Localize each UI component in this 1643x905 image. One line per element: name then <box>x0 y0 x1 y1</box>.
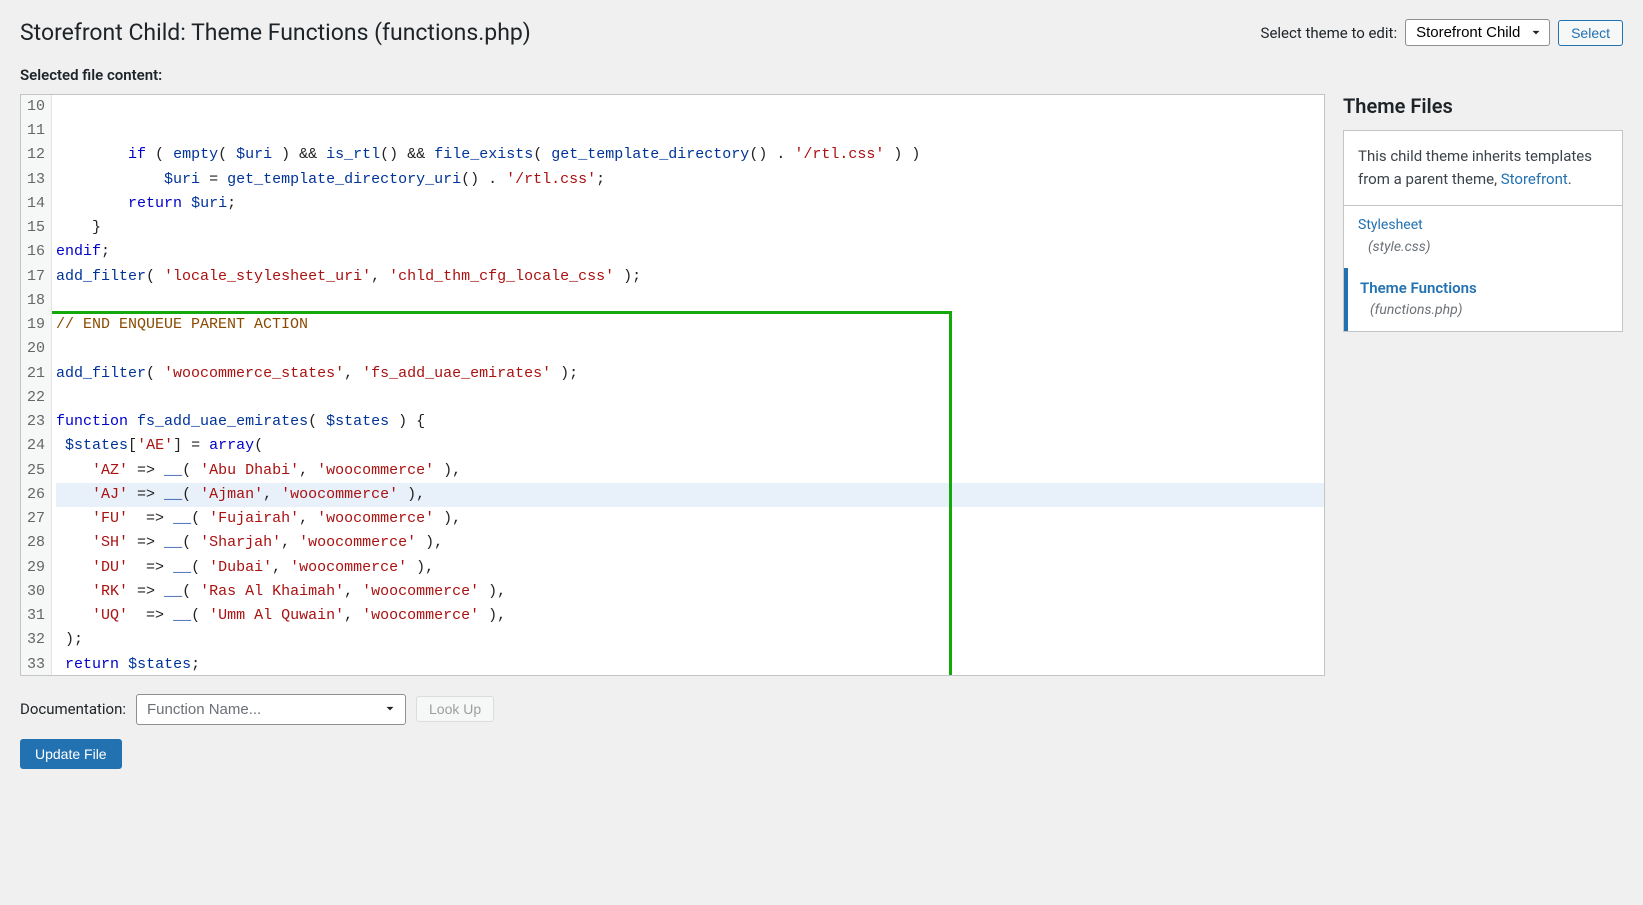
code-line[interactable]: 'DU' => __( 'Dubai', 'woocommerce' ), <box>56 556 1324 580</box>
lookup-button[interactable]: Look Up <box>416 696 494 722</box>
line-gutter: 1011121314151617181920212223242526272829… <box>21 95 52 675</box>
file-item-sub: (functions.php) <box>1360 301 1608 321</box>
code-line[interactable]: $states['AE'] = array( <box>56 434 1324 458</box>
documentation-label: Documentation: <box>20 700 126 718</box>
update-file-button[interactable]: Update File <box>20 739 122 769</box>
page-title: Storefront Child: Theme Functions (funct… <box>20 18 531 48</box>
code-line[interactable]: 'FU' => __( 'Fujairah', 'woocommerce' ), <box>56 507 1324 531</box>
inherit-notice: This child theme inherits templates from… <box>1343 130 1623 207</box>
code-line[interactable]: 'RK' => __( 'Ras Al Khaimah', 'woocommer… <box>56 580 1324 604</box>
file-item[interactable]: Stylesheet (style.css) <box>1344 206 1622 267</box>
code-line[interactable]: return $states; <box>56 653 1324 675</box>
documentation-select[interactable]: Function Name... <box>136 694 406 725</box>
file-item-title[interactable]: Stylesheet <box>1358 217 1423 233</box>
file-item[interactable]: Theme Functions (functions.php) <box>1344 268 1622 331</box>
code-line[interactable]: return $uri; <box>56 192 1324 216</box>
theme-select-label: Select theme to edit: <box>1261 24 1398 42</box>
theme-select[interactable]: Storefront Child <box>1405 19 1550 46</box>
code-line[interactable]: add_filter( 'locale_stylesheet_uri', 'ch… <box>56 265 1324 289</box>
code-line[interactable]: // END ENQUEUE PARENT ACTION <box>56 313 1324 337</box>
code-line[interactable]: 'UQ' => __( 'Umm Al Quwain', 'woocommerc… <box>56 604 1324 628</box>
code-line[interactable]: if ( empty( $uri ) && is_rtl() && file_e… <box>56 143 1324 167</box>
code-line[interactable]: } <box>56 216 1324 240</box>
code-line[interactable]: 'SH' => __( 'Sharjah', 'woocommerce' ), <box>56 531 1324 555</box>
code-line[interactable] <box>56 337 1324 361</box>
code-line[interactable]: ); <box>56 628 1324 652</box>
inherit-text-2: . <box>1568 170 1572 188</box>
code-line[interactable]: $uri = get_template_directory_uri() . '/… <box>56 168 1324 192</box>
parent-theme-link[interactable]: Storefront <box>1501 170 1568 188</box>
code-line[interactable]: function fs_add_uae_emirates( $states ) … <box>56 410 1324 434</box>
code-line[interactable]: 'AZ' => __( 'Abu Dhabi', 'woocommerce' )… <box>56 459 1324 483</box>
file-item-sub: (style.css) <box>1358 238 1608 258</box>
code-editor[interactable]: 1011121314151617181920212223242526272829… <box>20 94 1325 676</box>
code-line[interactable]: endif; <box>56 240 1324 264</box>
theme-files-heading: Theme Files <box>1343 94 1623 118</box>
theme-select-wrap: Select theme to edit: Storefront Child S… <box>1261 19 1623 46</box>
code-line[interactable] <box>56 289 1324 313</box>
code-line[interactable]: add_filter( 'woocommerce_states', 'fs_ad… <box>56 362 1324 386</box>
file-item-title: Theme Functions <box>1360 279 1477 297</box>
file-list: Stylesheet (style.css) Theme Functions (fun… <box>1343 206 1623 331</box>
code-line[interactable]: 'AJ' => __( 'Ajman', 'woocommerce' ), <box>56 483 1324 507</box>
code-area[interactable]: if ( empty( $uri ) && is_rtl() && file_e… <box>52 95 1324 675</box>
code-line[interactable] <box>56 386 1324 410</box>
selected-file-label: Selected file content: <box>20 66 1623 84</box>
select-theme-button[interactable]: Select <box>1558 20 1623 46</box>
